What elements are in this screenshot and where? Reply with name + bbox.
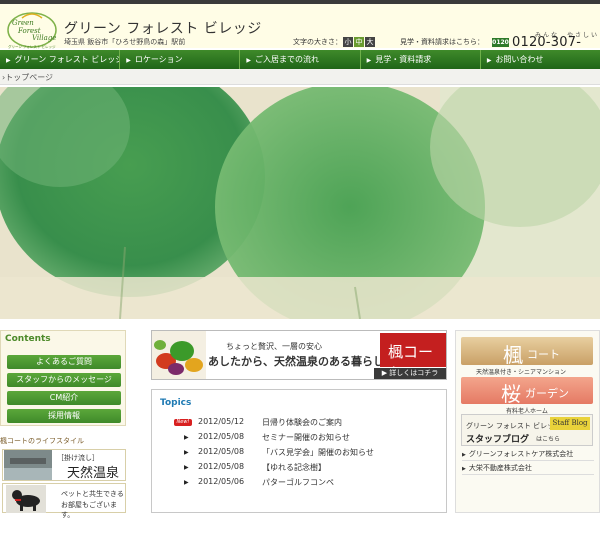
blog-title: スタッフブログ: [466, 435, 530, 445]
kaede-caption: 天然温泉付き・シニアマンション: [476, 369, 567, 376]
menu-recruit-button[interactable]: 採用情報: [7, 409, 121, 423]
kaede-big: 楓: [503, 343, 523, 367]
link-green-forest-care[interactable]: グリーンフォレストケア株式会社: [462, 449, 594, 461]
nav-item-contact[interactable]: お問い合わせ: [481, 50, 600, 69]
new-badge-icon: New!: [174, 419, 192, 426]
topic-row[interactable]: New! 2012/05/12 日帰り体験会のご案内: [152, 417, 448, 432]
font-size-switcher: 文字の大きさ： 小 中 大: [293, 37, 375, 47]
breadcrumb: ›トップページ: [0, 69, 600, 85]
site-header: Green Forest Village グリーン フォレスト ビレッジ グリー…: [0, 4, 600, 65]
nav-item-location[interactable]: ロケーション: [120, 50, 241, 69]
banner-headline: あしたから、天然温泉のある暮らし: [208, 355, 384, 368]
topic-title: セミナー開催のお知らせ: [262, 433, 350, 442]
banner-tagline: ちょっと贅沢、一層の安心: [226, 342, 322, 351]
topic-title: 「バス見学会」開催のお知らせ: [262, 448, 374, 457]
sakura-big: 桜: [501, 382, 521, 406]
topic-title: 日帰り体験会のご案内: [262, 418, 342, 427]
onsen-photo: [4, 450, 52, 480]
menu-staff-message-button[interactable]: スタッフからのメッセージ: [7, 373, 121, 387]
contents-box: Contents よくあるご質問 スタッフからのメッセージ CM紹介 採用情報: [0, 330, 126, 426]
onsen-title: 天然温泉: [67, 466, 120, 481]
blog-here: はこちら: [536, 436, 561, 443]
banner-more-link[interactable]: ▶ 詳しくはコチラ: [374, 368, 446, 379]
link-daiei-fudosan[interactable]: 大栄不動産株式会社: [462, 463, 594, 475]
site-title: グリーン フォレスト ビレッジ: [64, 21, 262, 37]
dog-icon: [6, 485, 46, 513]
menu-cm-button[interactable]: CM紹介: [7, 391, 121, 405]
blog-site-name: グリーン フォレスト ビレッジ: [466, 422, 562, 430]
pet-line2: お部屋もございます。: [61, 501, 117, 519]
breadcrumb-text: トップページ: [5, 73, 54, 82]
menu-faq-button[interactable]: よくあるご質問: [7, 355, 121, 369]
topic-date: 2012/05/08: [198, 462, 245, 471]
topics-box: Topics New! 2012/05/12 日帰り体験会のご案内 ▶ 2012…: [151, 389, 447, 513]
inquiry-label: 見学・資料請求はこちら：: [400, 38, 484, 46]
font-size-label: 文字の大きさ：: [293, 38, 342, 46]
topic-date: 2012/05/08: [198, 447, 245, 456]
nav-item-visit[interactable]: 見学・資料請求: [361, 50, 481, 69]
free-dial-icon: 0120: [492, 38, 509, 47]
kaede-court-banner[interactable]: 楓 コート: [461, 337, 593, 367]
hero-image: [0, 87, 600, 319]
topic-row[interactable]: ▶ 2012/05/06 パターゴルフコンペ: [152, 477, 448, 492]
bullet-icon: ▶: [184, 449, 189, 456]
bullet-icon: ▶: [184, 434, 189, 441]
topic-row[interactable]: ▶ 2012/05/08 セミナー開催のお知らせ: [152, 432, 448, 447]
pet-line1: ペットと共生できる: [61, 490, 124, 498]
staff-blog-tag: Staff Blog: [550, 417, 590, 430]
topic-row[interactable]: ▶ 2012/05/08 「バス見学会」開催のお知らせ: [152, 447, 448, 462]
lifestyle-label: 楓コートのライフスタイル: [0, 437, 84, 445]
font-size-large-button[interactable]: 大: [365, 37, 375, 47]
topic-title: 【ゆれる記念樹】: [262, 463, 326, 472]
vegetables-photo: [152, 331, 206, 379]
svg-text:グリーン フォレスト ビレッジ: グリーン フォレスト ビレッジ: [8, 44, 56, 49]
topics-title: Topics: [160, 398, 192, 408]
banner-more-text: 詳しくはコチラ: [389, 369, 439, 377]
onsen-banner[interactable]: ［掛け流し］ 天然温泉: [2, 449, 126, 481]
topic-date: 2012/05/12: [198, 417, 245, 426]
contents-title: Contents: [5, 334, 51, 344]
topic-date: 2012/05/08: [198, 432, 245, 441]
breadcrumb-home[interactable]: ›トップページ: [2, 72, 53, 83]
sakura-garden-banner[interactable]: 桜 ガーデン: [461, 377, 593, 406]
onsen-promo-banner[interactable]: ちょっと贅沢、一層の安心 あしたから、天然温泉のある暮らし 楓コート ▶ 詳しく…: [151, 330, 447, 380]
sakura-rest: ガーデン: [525, 387, 569, 400]
site-logo[interactable]: Green Forest Village グリーン フォレスト ビレッジ: [4, 10, 60, 50]
staff-blog-banner[interactable]: グリーン フォレスト ビレッジ スタッフブログ はこちら Staff Blog: [461, 414, 593, 446]
svg-text:Green: Green: [12, 19, 34, 27]
forest-illustration: [0, 87, 600, 319]
kaede-court-logo: 楓コート: [380, 333, 446, 379]
svg-text:Village: Village: [32, 34, 56, 42]
font-size-medium-button[interactable]: 中: [354, 37, 364, 47]
font-size-small-button[interactable]: 小: [343, 37, 353, 47]
bullet-icon: ▶: [184, 479, 189, 486]
nav-item-flow[interactable]: ご入居までの流れ: [240, 50, 361, 69]
pet-banner[interactable]: ペットと共生できる お部屋もございます。: [2, 483, 126, 519]
kaede-rest: コート: [527, 348, 560, 361]
topic-row[interactable]: ▶ 2012/05/08 【ゆれる記念樹】: [152, 462, 448, 477]
bullet-icon: ▶: [184, 464, 189, 471]
nav-item-about[interactable]: グリーン フォレスト ビレッジとは: [0, 50, 121, 69]
site-subtitle: 埼玉県 飯谷市「ひろせ野鳥の森」駅前: [64, 38, 186, 46]
topic-title: パターゴルフコンペ: [262, 478, 334, 487]
topic-date: 2012/05/06: [198, 477, 245, 486]
global-nav: グリーン フォレスト ビレッジとは ロケーション ご入居までの流れ 見学・資料請…: [0, 50, 600, 69]
